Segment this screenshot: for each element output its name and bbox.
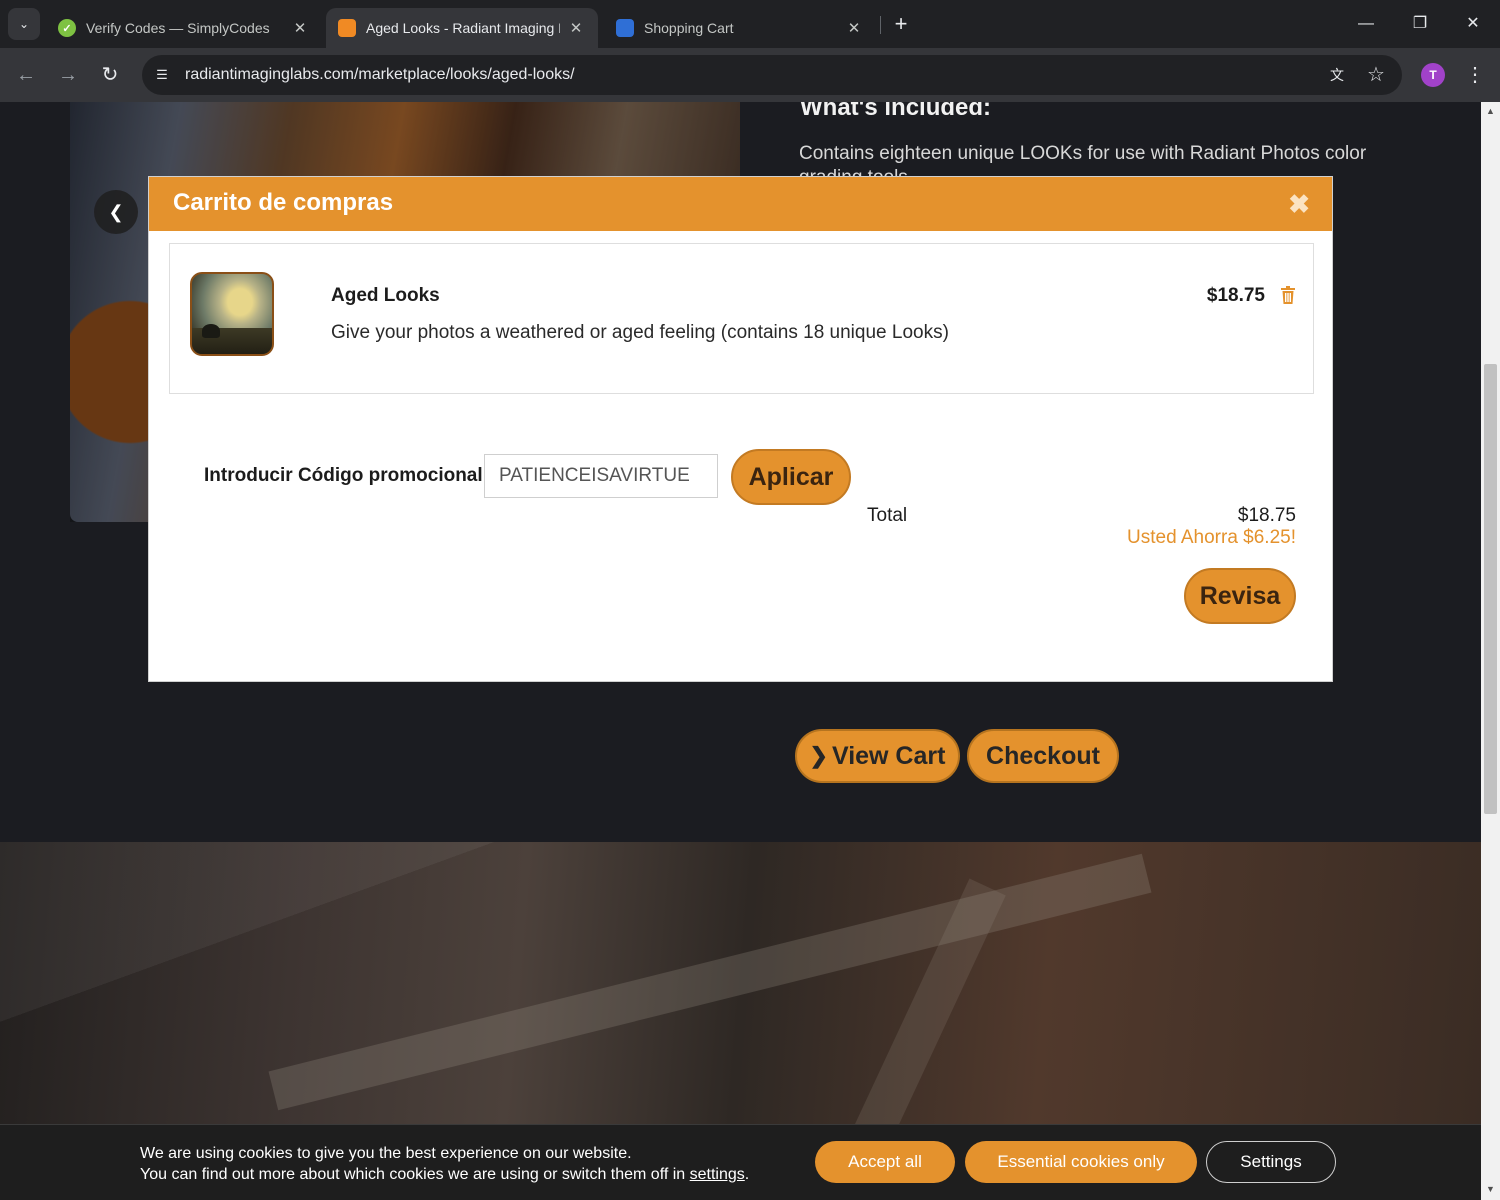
scrollbar-thumb[interactable] <box>1484 364 1497 814</box>
radiant-favicon-icon <box>338 19 356 37</box>
cookie-settings-link[interactable]: settings <box>690 1166 745 1183</box>
trash-icon[interactable] <box>1281 286 1295 304</box>
promo-code-label: Introducir Código promocional <box>204 465 483 486</box>
tab-title: Aged Looks - Radiant Imaging L <box>366 20 560 36</box>
url-text[interactable]: radiantimaginglabs.com/marketplace/looks… <box>185 66 575 84</box>
reload-icon[interactable]: ↻ <box>94 59 126 91</box>
close-tab-icon[interactable]: ✕ <box>566 19 586 37</box>
cookie-settings-button[interactable]: Settings <box>1206 1141 1336 1183</box>
browser-toolbar: ← → ↻ ☰ radiantimaginglabs.com/marketpla… <box>0 48 1500 102</box>
close-tab-icon[interactable]: ✕ <box>290 19 310 37</box>
profile-avatar[interactable]: T <box>1421 63 1445 87</box>
cookie-line-2-text: You can find out more about which cookie… <box>140 1166 690 1183</box>
shopping-cart-modal: Carrito de compras ✖ Aged Looks Give you… <box>148 176 1333 682</box>
minimize-window-icon[interactable]: — <box>1346 8 1386 40</box>
promo-code-input[interactable] <box>484 454 718 498</box>
close-window-icon[interactable]: ✕ <box>1453 8 1493 40</box>
product-thumbnail <box>190 272 274 356</box>
savings-text: Usted Ahorra $6.25! <box>1127 527 1296 548</box>
checkout-button[interactable]: Checkout <box>967 729 1119 783</box>
apply-promo-button[interactable]: Aplicar <box>731 449 851 505</box>
chevron-right-icon: ❯ <box>809 743 828 768</box>
simplycodes-favicon-icon: ✓ <box>58 19 76 37</box>
cookie-line-2-suffix: . <box>744 1166 750 1183</box>
shopping-cart-favicon-icon <box>616 19 634 37</box>
back-arrow-icon[interactable]: ← <box>10 59 42 91</box>
close-icon[interactable]: ✖ <box>1288 189 1310 220</box>
total-value: $18.75 <box>1237 505 1296 526</box>
view-cart-button[interactable]: ❯ View Cart <box>795 729 960 783</box>
scroll-up-arrow-icon[interactable]: ▲ <box>1486 106 1495 116</box>
cookie-line-2: You can find out more about which cookie… <box>140 1164 749 1185</box>
accept-all-cookies-button[interactable]: Accept all <box>815 1141 955 1183</box>
tab-shopping-cart[interactable]: Shopping Cart ✕ <box>604 8 876 48</box>
carousel-prev-chevron-icon[interactable]: ❮ <box>94 190 138 234</box>
scroll-down-arrow-icon[interactable]: ▼ <box>1486 1184 1495 1194</box>
forward-arrow-icon[interactable]: → <box>52 59 84 91</box>
essential-cookies-button[interactable]: Essential cookies only <box>965 1141 1197 1183</box>
tab-title: Shopping Cart <box>644 20 734 36</box>
tab-search-chevron-icon[interactable]: ⌄ <box>8 8 40 40</box>
tab-verify-codes[interactable]: ✓ Verify Codes — SimplyCodes ✕ <box>46 8 322 48</box>
address-bar[interactable]: ☰ radiantimaginglabs.com/marketplace/loo… <box>142 55 1402 95</box>
item-price: $18.75 <box>1206 285 1265 306</box>
tab-title: Verify Codes — SimplyCodes <box>86 20 270 36</box>
cookie-consent-bar: We are using cookies to give you the bes… <box>0 1124 1481 1200</box>
tab-divider <box>880 16 881 34</box>
bookmark-star-icon[interactable]: ☆ <box>1364 63 1388 87</box>
close-tab-icon[interactable]: ✕ <box>844 19 864 37</box>
site-info-icon[interactable]: ☰ <box>152 65 172 85</box>
browser-tab-bar: ⌄ ✓ Verify Codes — SimplyCodes ✕ Aged Lo… <box>0 0 1500 48</box>
included-heading: What's included: <box>800 102 992 121</box>
tab-aged-looks[interactable]: Aged Looks - Radiant Imaging L ✕ <box>326 8 598 48</box>
modal-header: Carrito de compras ✖ <box>149 177 1332 231</box>
page-scrollbar[interactable]: ▲ ▼ <box>1481 102 1500 1200</box>
view-cart-label: View Cart <box>831 741 946 770</box>
item-name: Aged Looks <box>331 285 440 306</box>
cookie-message: We are using cookies to give you the bes… <box>140 1143 749 1185</box>
new-tab-plus-icon[interactable]: + <box>888 10 914 38</box>
modal-title: Carrito de compras <box>173 189 394 216</box>
total-label: Total <box>867 505 908 526</box>
restore-window-icon[interactable]: ❐ <box>1400 8 1440 40</box>
item-description: Give your photos a weathered or aged fee… <box>331 322 949 343</box>
cookie-line-1: We are using cookies to give you the bes… <box>140 1145 632 1162</box>
browser-menu-icon[interactable]: ⋮ <box>1465 61 1485 89</box>
cart-item: Aged Looks Give your photos a weathered … <box>169 243 1314 394</box>
translate-icon[interactable]: 文 <box>1326 64 1348 86</box>
review-button[interactable]: Revisa <box>1184 568 1296 624</box>
